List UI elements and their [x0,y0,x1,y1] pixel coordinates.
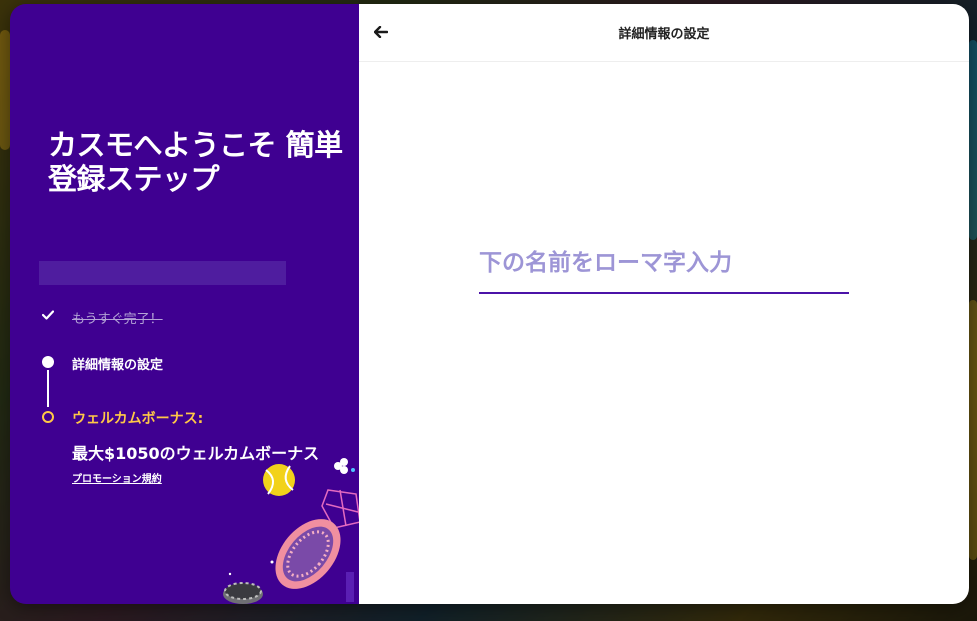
promo-terms-link[interactable]: プロモーション規約 [72,470,162,485]
clover-icon [334,458,355,474]
form-header-title: 詳細情報の設定 [618,27,710,42]
progress-track [39,261,286,285]
welcome-panel: カスモへようこそ 簡単登録ステップ もうすぐ完了！ 詳細情報の設定 ウェルカムボ… [10,4,359,604]
details-form-panel: 詳細情報の設定 [359,4,969,604]
coin-icon [223,582,263,604]
background-tile [969,40,977,240]
registration-modal: カスモへようこそ 簡単登録ステップ もうすぐ完了！ 詳細情報の設定 ウェルカムボ… [10,4,969,604]
background-tile [969,300,977,560]
poker-chip-icon [275,519,341,589]
welcome-title: カスモへようこそ 簡単登録ステップ [48,128,343,196]
step-current: 詳細情報の設定 [38,354,163,373]
bonus-title: ウェルカムボーナス: [72,411,204,427]
step-current-label: 詳細情報の設定 [72,358,164,373]
step-connector [47,370,49,407]
tennis-ball-icon [263,464,295,496]
step-done: もうすぐ完了！ [38,304,163,327]
form-header: 詳細情報の設定 [359,4,969,62]
step-current-dot [38,354,58,368]
back-button[interactable] [369,20,393,44]
step-done-label: もうすぐ完了！ [72,312,163,327]
arrow-left-icon [374,26,388,38]
first-name-field [479,240,849,294]
step-bonus-dot [38,408,58,423]
casino-decoration-illustration [223,458,359,604]
background-tile [0,30,10,150]
check-icon [38,304,58,320]
first-name-input[interactable] [479,240,849,286]
